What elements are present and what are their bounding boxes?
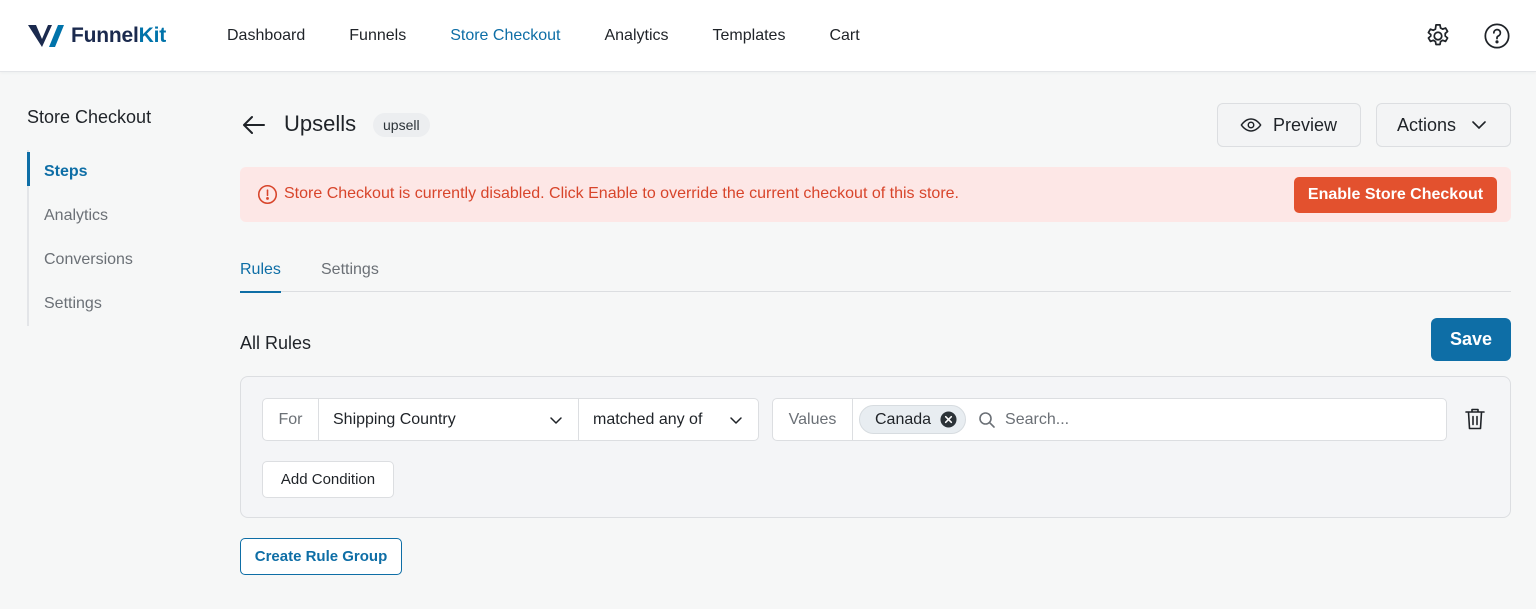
back-arrow-icon[interactable] — [240, 111, 268, 139]
nav-dashboard[interactable]: Dashboard — [227, 27, 305, 45]
remove-chip-icon[interactable] — [940, 411, 957, 428]
add-condition-button[interactable]: Add Condition — [262, 461, 394, 498]
values-multiselect[interactable]: Canada — [853, 399, 1446, 440]
checkout-disabled-alert: Store Checkout is currently disabled. Cl… — [240, 167, 1511, 222]
sidebar-item-analytics[interactable]: Analytics — [29, 194, 133, 238]
logo-text: FunnelKit — [71, 24, 167, 47]
rule-field-select[interactable]: Shipping Country — [319, 399, 579, 440]
search-icon — [979, 411, 995, 428]
rule-operator-select[interactable]: matched any of — [579, 399, 758, 440]
funnelkit-logo[interactable]: FunnelKit — [27, 21, 166, 51]
alert-message: Store Checkout is currently disabled. Cl… — [284, 185, 959, 202]
actions-dropdown[interactable]: Actions — [1376, 103, 1511, 147]
top-bar: FunnelKit Dashboard Funnels Store Checko… — [0, 0, 1536, 72]
nav-funnels[interactable]: Funnels — [349, 27, 406, 45]
for-label: For — [263, 399, 319, 440]
values-search-input[interactable] — [1005, 410, 1306, 429]
step-type-badge: upsell — [373, 113, 430, 137]
values-field: Values Canada — [772, 398, 1447, 441]
rule-operator-value: matched any of — [593, 410, 703, 428]
gear-icon[interactable] — [1424, 22, 1452, 50]
chevron-down-icon — [730, 416, 742, 424]
preview-button[interactable]: Preview — [1217, 103, 1361, 147]
sidebar-nav: Steps Analytics Conversions Settings — [27, 150, 133, 326]
trash-icon[interactable] — [1464, 407, 1486, 431]
sidebar-title: Store Checkout — [27, 107, 152, 127]
save-button[interactable]: Save — [1431, 318, 1511, 361]
rule-group: For Shipping Country matched any of Valu… — [240, 376, 1511, 518]
nav-store-checkout[interactable]: Store Checkout — [450, 27, 560, 45]
eye-icon — [1240, 118, 1262, 132]
value-chip: Canada — [859, 405, 967, 434]
nav-templates[interactable]: Templates — [713, 27, 786, 45]
enable-store-checkout-button[interactable]: Enable Store Checkout — [1294, 177, 1497, 213]
main-nav: Dashboard Funnels Store Checkout Analyti… — [227, 0, 904, 72]
sidebar-item-conversions[interactable]: Conversions — [29, 238, 133, 282]
all-rules-heading: All Rules — [240, 333, 312, 353]
nav-cart[interactable]: Cart — [829, 27, 859, 45]
rule-field-value: Shipping Country — [333, 410, 456, 428]
actions-label: Actions — [1397, 114, 1457, 135]
info-icon — [257, 184, 278, 205]
help-icon[interactable] — [1483, 22, 1511, 50]
sidebar-item-steps[interactable]: Steps — [27, 150, 133, 194]
sidebar-item-settings[interactable]: Settings — [29, 282, 133, 326]
create-rule-group-button[interactable]: Create Rule Group — [240, 538, 402, 575]
preview-label: Preview — [1273, 114, 1338, 135]
funnelkit-logo-icon — [28, 25, 64, 47]
tab-rules[interactable]: Rules — [240, 261, 281, 293]
nav-analytics[interactable]: Analytics — [604, 27, 668, 45]
page-title: Upsells — [284, 111, 357, 136]
values-label: Values — [773, 399, 853, 440]
tab-bar: Rules Settings — [240, 252, 1511, 293]
chevron-down-icon — [1472, 121, 1486, 129]
tab-settings[interactable]: Settings — [321, 261, 379, 291]
value-chip-label: Canada — [875, 410, 932, 428]
condition-selector: For Shipping Country matched any of — [262, 398, 759, 441]
chevron-down-icon — [550, 416, 562, 424]
